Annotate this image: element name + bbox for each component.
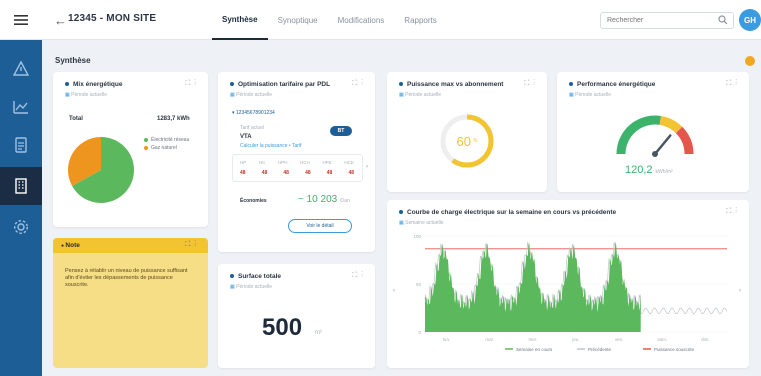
x-tick-label: dim. — [701, 337, 710, 342]
top-bar: ← 12345 - MON SITE Synthèse Synoptique M… — [42, 0, 761, 40]
hamburger-icon — [14, 14, 28, 25]
legend-label: Semaine en cours — [516, 347, 553, 352]
note-title: Note — [61, 242, 79, 249]
tariff-table-frame — [232, 154, 363, 182]
card-subtitle: Période actuelle — [230, 284, 272, 290]
x-tick-label: mar. — [485, 337, 494, 342]
gauge-hub — [652, 151, 658, 157]
surface-unit: m² — [315, 330, 322, 336]
series-area — [425, 241, 641, 332]
x-tick-label: mer. — [528, 337, 537, 342]
total-label: Total — [69, 116, 83, 122]
card-title: Surface totale — [230, 273, 281, 280]
avatar[interactable]: GH — [739, 9, 761, 31]
site-title: 12345 - MON SITE — [68, 13, 157, 24]
sidebar-item-settings[interactable] — [0, 208, 42, 246]
card-title: Courbe de charge électrique sur la semai… — [399, 209, 616, 216]
note-actions[interactable]: ⛶⋮ — [185, 241, 200, 249]
card-actions[interactable]: ⛶⋮ — [352, 80, 367, 88]
sidebar — [0, 0, 42, 376]
card-optimisation-tarifaire: Optimisation tarifaire par PDL Période a… — [218, 72, 375, 252]
note-card: Note ⛶⋮ Pensez à rétablir un niveau de p… — [53, 238, 208, 368]
puissance-value: 60% — [456, 133, 478, 149]
sidebar-item-analytics[interactable] — [0, 88, 42, 126]
gauge-needle — [653, 134, 672, 156]
card-actions[interactable]: ⛶⋮ — [185, 80, 200, 88]
pdl-selector[interactable]: ▾ 12345678901234 — [232, 110, 275, 116]
gauge-segment — [675, 126, 694, 155]
back-arrow-icon[interactable]: ← — [54, 13, 67, 28]
card-actions[interactable]: ⛶⋮ — [726, 208, 741, 216]
y-tick-label: 100 — [413, 234, 421, 239]
card-actions[interactable]: ⛶⋮ — [726, 80, 741, 88]
load-curve-chart: 0 50 100 lun. mar. mer. jeu. ven. sam. dim. Semain… — [413, 234, 728, 352]
mix-pie-chart — [67, 137, 134, 203]
tab-bar: Synthèse Synoptique Modifications Rappor… — [212, 0, 447, 40]
card-puissance-max: Puissance max vs abonnement Période actu… — [387, 72, 547, 192]
chevron-left-icon[interactable]: ‹ — [393, 288, 395, 294]
search-icon — [718, 15, 728, 25]
card-title: Mix énergétique — [65, 81, 122, 88]
tab-synthese[interactable]: Synthèse — [212, 0, 268, 40]
y-tick-label: 0 — [418, 330, 421, 335]
card-subtitle: Semaine actuelle — [399, 220, 443, 226]
card-actions[interactable]: ⛶⋮ — [352, 272, 367, 280]
card-subtitle: Période actuelle — [399, 92, 441, 98]
document-icon — [15, 137, 27, 153]
chart-icon — [13, 101, 28, 114]
notification-dot[interactable] — [745, 56, 755, 66]
tariff-badge: BT — [330, 126, 352, 136]
tariff-value: VTA — [240, 134, 252, 140]
sidebar-item-alerts[interactable] — [0, 50, 42, 88]
warning-icon — [12, 60, 30, 76]
card-performance-energetique: Performance énergétique Période actuelle… — [557, 72, 749, 192]
gauge-segment — [659, 115, 683, 134]
chevron-right-icon[interactable]: › — [366, 164, 368, 170]
building-icon — [15, 178, 27, 194]
card-mix-energetique: Mix énergétique Période actuelle ⛶⋮ Tota… — [53, 72, 208, 227]
gear-icon — [13, 219, 29, 235]
savings-value: ~ 10 203 €/an — [298, 194, 350, 205]
legend-label: Puissance souscrite — [654, 347, 695, 352]
gauge-segment — [616, 115, 662, 155]
card-courbe-de-charge: Courbe de charge électrique sur la semai… — [387, 200, 749, 368]
savings-label: Économies — [240, 198, 267, 204]
page-title: Synthèse — [55, 56, 91, 65]
tab-synoptique[interactable]: Synoptique — [268, 0, 328, 40]
note-text: Pensez à rétablir un niveau de puissance… — [65, 268, 188, 288]
legend-item: Électricité réseau — [144, 136, 189, 144]
performance-gauge — [616, 115, 694, 157]
x-tick-label: sam. — [657, 337, 667, 342]
tariff-title: Tarif actuel — [240, 125, 265, 131]
y-tick-label: 50 — [416, 282, 422, 287]
card-surface-totale: Surface totale Période actuelle ⛶⋮ 500 m… — [218, 264, 375, 368]
tariff-link[interactable]: Calculer la puissance • Tarif — [240, 143, 301, 149]
sidebar-item-documents[interactable] — [0, 126, 42, 164]
tab-rapports[interactable]: Rapports — [394, 0, 446, 40]
card-title: Puissance max vs abonnement — [399, 81, 503, 88]
legend-item: Gaz naturel — [144, 144, 189, 152]
detail-button[interactable]: Voir le détail — [288, 219, 352, 233]
card-subtitle: Période actuelle — [569, 92, 611, 98]
legend-label: Précédente — [588, 347, 612, 352]
chevron-right-icon[interactable]: › — [739, 288, 741, 294]
x-tick-label: ven. — [615, 337, 624, 342]
tab-modifications[interactable]: Modifications — [328, 0, 395, 40]
card-title: Optimisation tarifaire par PDL — [230, 81, 330, 88]
card-subtitle: Période actuelle — [230, 92, 272, 98]
surface-value: 500 — [262, 314, 303, 341]
x-tick-label: jeu. — [571, 337, 579, 342]
total-value: 1283,7 kWh — [157, 116, 190, 122]
card-subtitle: Période actuelle — [65, 92, 107, 98]
search-input[interactable] — [600, 12, 734, 29]
mix-legend: Électricité réseau Gaz naturel — [144, 136, 189, 152]
menu-button[interactable] — [0, 0, 42, 40]
card-title: Performance énergétique — [569, 81, 655, 88]
sidebar-item-sites[interactable] — [0, 167, 42, 205]
x-tick-label: lun. — [443, 337, 450, 342]
card-actions[interactable]: ⛶⋮ — [524, 80, 539, 88]
performance-value: 120,2 kWh/m² — [625, 164, 673, 176]
